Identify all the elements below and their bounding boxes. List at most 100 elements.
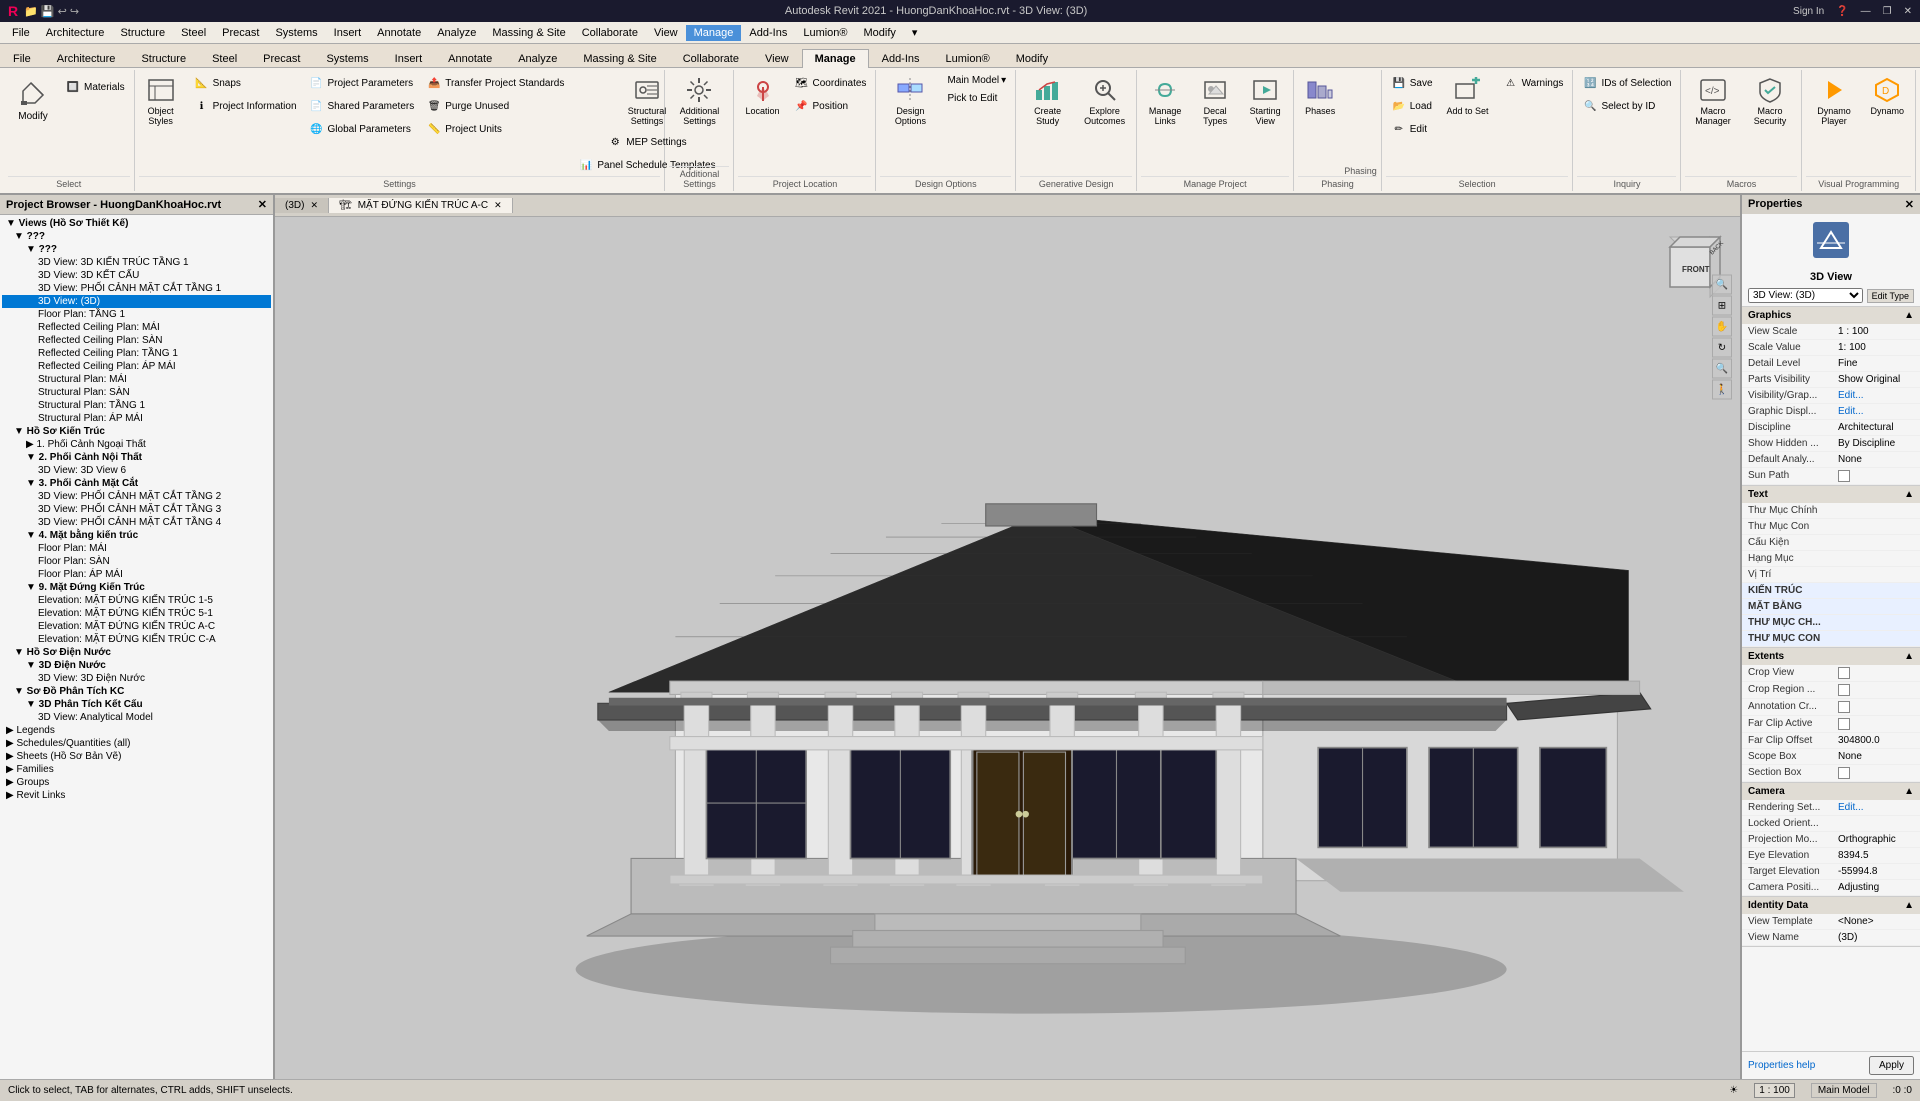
tree-item[interactable]: ▶ Legends (2, 724, 271, 737)
ribbon-tab-massing-&-site[interactable]: Massing & Site (570, 49, 669, 68)
section-box-checkbox[interactable] (1838, 767, 1850, 779)
project-browser-tree[interactable]: ▼ Views (Hồ Sơ Thiết Kế)▼ ???▼ ??? 3D Vi… (0, 215, 273, 1079)
purge-button[interactable]: 🗑 Purge Unused (421, 95, 569, 117)
ribbon-tab-annotate[interactable]: Annotate (435, 49, 505, 68)
tree-item[interactable]: ▼ 3. Phối Cảnh Mặt Cắt (2, 477, 271, 490)
tree-item[interactable]: ▼ Views (Hồ Sơ Thiết Kế) (2, 217, 271, 230)
pick-to-edit-button[interactable]: Pick to Edit (942, 90, 1011, 107)
ribbon-tab-file[interactable]: File (0, 49, 44, 68)
materials-button[interactable]: 🔲 Materials (60, 76, 130, 98)
macro-security-button[interactable]: Macro Security (1742, 72, 1797, 130)
text-section-header[interactable]: Text ▲ (1742, 486, 1920, 503)
menu-item-analyze[interactable]: Analyze (429, 25, 484, 41)
menu-item-collaborate[interactable]: Collaborate (574, 25, 646, 41)
tree-item[interactable]: ▶ Groups (2, 776, 271, 789)
menu-item-modify[interactable]: Modify (856, 25, 904, 41)
menu-item-architecture[interactable]: Architecture (38, 25, 113, 41)
explore-outcomes-button[interactable]: Explore Outcomes (1077, 72, 1132, 130)
crop-region-checkbox[interactable] (1838, 684, 1850, 696)
tree-item[interactable]: 3D View: (3D) (2, 295, 271, 308)
tree-item[interactable]: ▼ Hồ Sơ Kiến Trúc (2, 425, 271, 438)
global-params-button[interactable]: 🌐 Global Parameters (304, 118, 420, 140)
view-tab-elevation-close[interactable]: ✕ (494, 200, 502, 211)
view-tab-3d[interactable]: (3D) ✕ (275, 198, 329, 213)
crop-view-checkbox[interactable] (1838, 667, 1850, 679)
ribbon-tab-steel[interactable]: Steel (199, 49, 250, 68)
select-by-id-button[interactable]: 🔍 Select by ID (1577, 95, 1676, 117)
tree-item[interactable]: Floor Plan: ÁP MÁI (2, 568, 271, 581)
edit-type-button[interactable]: Edit Type (1867, 289, 1914, 303)
tree-item[interactable]: Reflected Ceiling Plan: ÁP MÁI (2, 360, 271, 373)
ribbon-tab-lumion®[interactable]: Lumion® (933, 49, 1003, 68)
tree-item[interactable]: ▶ 1. Phối Cảnh Ngoại Thất (2, 438, 271, 451)
project-browser-close[interactable]: ✕ (258, 198, 267, 211)
graphics-section-header[interactable]: Graphics ▲ (1742, 307, 1920, 324)
view-tab-3d-close[interactable]: ✕ (310, 200, 318, 211)
sign-in-btn[interactable]: Sign In (1793, 6, 1824, 17)
tree-item[interactable]: 3D View: PHỐI CẢNH MẶT CẮT TẦNG 1 (2, 282, 271, 295)
tree-item[interactable]: Floor Plan: TẦNG 1 (2, 308, 271, 321)
tree-item[interactable]: Structural Plan: SÀN (2, 386, 271, 399)
object-styles-button[interactable]: Object Styles (139, 72, 183, 130)
tree-item[interactable]: 3D View: 3D Điện Nước (2, 672, 271, 685)
ids-of-selection-button[interactable]: 🔢 IDs of Selection (1577, 72, 1676, 94)
location-button[interactable]: Location (738, 72, 786, 120)
extents-section-header[interactable]: Extents ▲ (1742, 648, 1920, 665)
tree-item[interactable]: 3D View: 3D View 6 (2, 464, 271, 477)
tree-item[interactable]: 3D View: 3D KIẾN TRÚC TẦNG 1 (2, 256, 271, 269)
ribbon-tab-view[interactable]: View (752, 49, 802, 68)
tree-item[interactable]: Elevation: MẶT ĐỨNG KIẾN TRÚC 5-1 (2, 607, 271, 620)
viewport[interactable]: FRONT BACK 🔍 ⊞ ✋ ↻ 🔍 🚶 (275, 217, 1740, 1079)
tree-item[interactable]: ▶ Revit Links (2, 789, 271, 802)
project-params-button[interactable]: 📄 Project Parameters (304, 72, 420, 94)
tree-item[interactable]: ▼ ??? (2, 243, 271, 256)
ribbon-tab-analyze[interactable]: Analyze (505, 49, 570, 68)
zoom-extents-btn[interactable]: ⊞ (1712, 296, 1732, 316)
minimize-btn[interactable]: — (1861, 6, 1871, 17)
warnings-button[interactable]: ⚠ Warnings (1498, 72, 1569, 94)
menu-item-massing-&-site[interactable]: Massing & Site (484, 25, 573, 41)
menu-item-insert[interactable]: Insert (326, 25, 370, 41)
menu-item-lumion®[interactable]: Lumion® (795, 25, 855, 41)
apply-button[interactable]: Apply (1869, 1056, 1914, 1075)
ribbon-tab-manage[interactable]: Manage (802, 49, 869, 68)
coordinates-button[interactable]: 🗺 Coordinates (789, 72, 872, 94)
save-selection-button[interactable]: 💾 Save (1386, 72, 1438, 94)
view-tab-elevation[interactable]: 🏗 MẶT ĐỨNG KIẾN TRÚC A-C ✕ (329, 198, 513, 213)
tree-item[interactable]: Reflected Ceiling Plan: TẦNG 1 (2, 347, 271, 360)
project-units-button[interactable]: 📏 Project Units (421, 118, 569, 140)
ribbon-tab-systems[interactable]: Systems (313, 49, 381, 68)
design-options-button[interactable]: Design Options (880, 72, 940, 130)
tree-item[interactable]: Elevation: MẶT ĐỨNG KIẾN TRÚC 1-5 (2, 594, 271, 607)
restore-btn[interactable]: ❐ (1883, 6, 1892, 17)
far-clip-checkbox[interactable] (1838, 718, 1850, 730)
tree-item[interactable]: 3D View: PHỐI CẢNH MẶT CẮT TẦNG 2 (2, 490, 271, 503)
close-btn[interactable]: ✕ (1904, 6, 1912, 17)
zoom-in-btn[interactable]: 🔍 (1712, 275, 1732, 295)
tree-item[interactable]: Elevation: MẶT ĐỨNG KIẾN TRÚC A-C (2, 620, 271, 633)
ribbon-tab-structure[interactable]: Structure (128, 49, 199, 68)
menu-item-▾[interactable]: ▾ (904, 24, 926, 41)
menu-item-systems[interactable]: Systems (267, 25, 325, 41)
load-selection-button[interactable]: 📂 Load (1386, 95, 1438, 117)
ribbon-tab-collaborate[interactable]: Collaborate (670, 49, 752, 68)
tree-item[interactable]: ▶ Sheets (Hồ Sơ Bản Vẽ) (2, 750, 271, 763)
tree-item[interactable]: ▼ Hồ Sơ Điện Nước (2, 646, 271, 659)
dynamo-player-button[interactable]: Dynamo Player (1806, 72, 1861, 130)
tree-item[interactable]: Reflected Ceiling Plan: MÁI (2, 321, 271, 334)
tree-item[interactable]: ▼ ??? (2, 230, 271, 243)
tree-item[interactable]: ▼ 4. Mặt bằng kiến trúc (2, 529, 271, 542)
tree-item[interactable]: 3D View: PHỐI CẢNH MẶT CẮT TẦNG 3 (2, 503, 271, 516)
ribbon-tab-architecture[interactable]: Architecture (44, 49, 129, 68)
main-model-dropdown[interactable]: Main Model ▾ (942, 72, 1011, 89)
properties-help-link[interactable]: Properties help (1748, 1060, 1815, 1071)
help-btn[interactable]: ❓ (1836, 6, 1848, 17)
ribbon-tab-modify[interactable]: Modify (1003, 49, 1061, 68)
ribbon-tab-add-ins[interactable]: Add-Ins (869, 49, 933, 68)
project-info-button[interactable]: ℹ Project Information (189, 95, 302, 117)
tree-item[interactable]: 3D View: 3D KẾT CẤU (2, 269, 271, 282)
tree-item[interactable]: ▼ 2. Phối Cảnh Nội Thất (2, 451, 271, 464)
modify-button[interactable]: Modify (8, 72, 58, 127)
additional-settings-button[interactable]: Additional Settings (669, 72, 729, 130)
starting-view-button[interactable]: Starting View (1241, 72, 1289, 130)
